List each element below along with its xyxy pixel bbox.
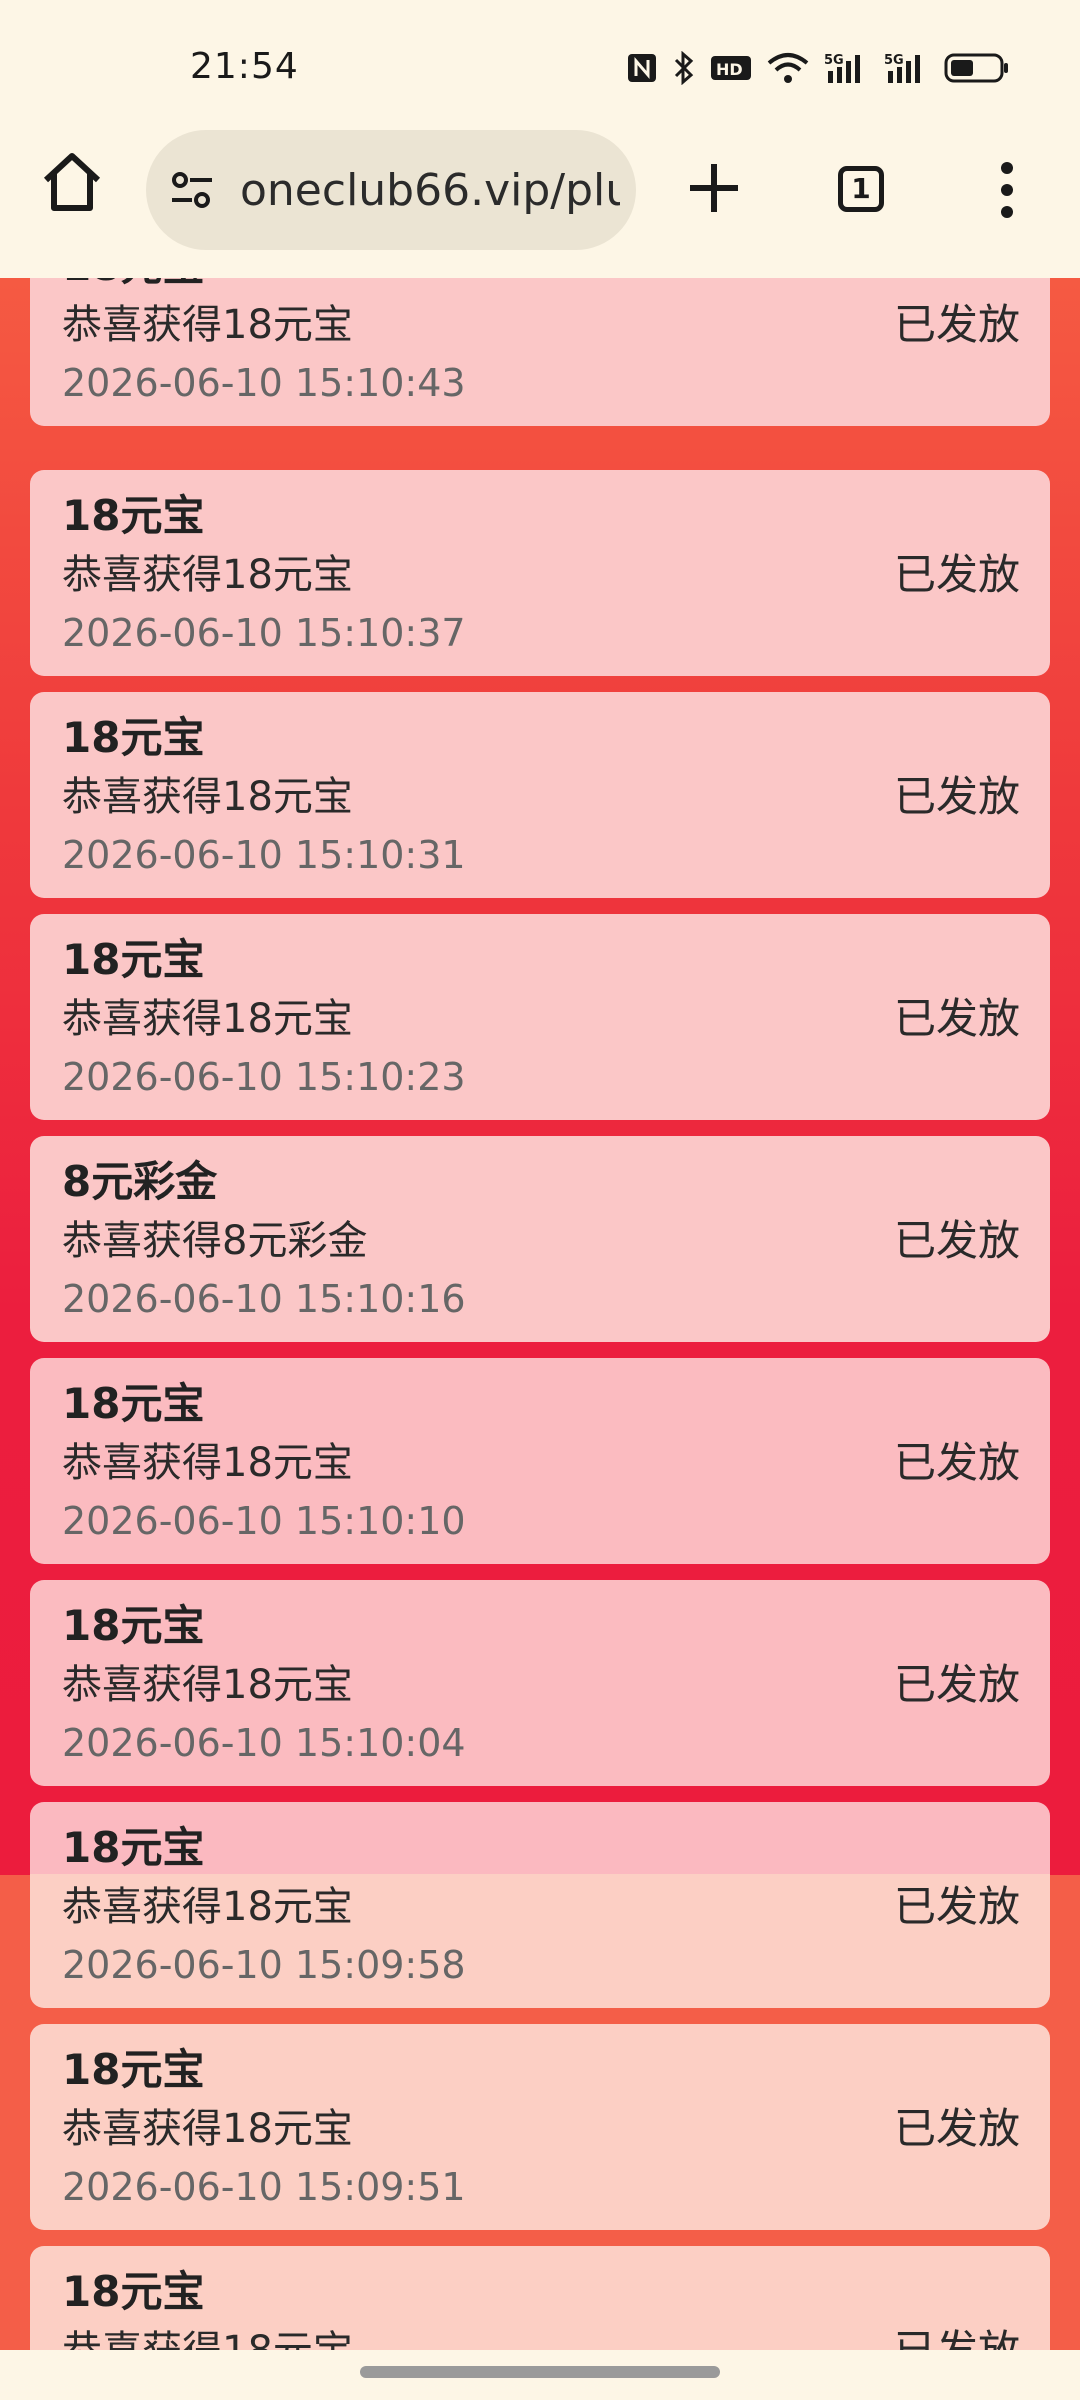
record-title: 8元彩金 <box>62 1157 218 1206</box>
record-title: 18元宝 <box>62 713 205 762</box>
record-title: 18元宝 <box>62 278 204 294</box>
record-time: 2026-06-10 15:10:31 <box>62 833 466 877</box>
record-status: 已发放 <box>893 2104 1020 2153</box>
battery-icon <box>944 53 1008 83</box>
record-desc: 恭喜获得18元宝 <box>62 1662 353 1708</box>
record-status: 已发放 <box>893 772 1020 821</box>
record-time: 2026-06-10 15:10:23 <box>62 1055 466 1099</box>
record-title: 18元宝 <box>62 2267 205 2316</box>
record-status: 已发放 <box>893 1438 1020 1487</box>
home-gesture-handle[interactable] <box>360 2366 720 2378</box>
signal-5g-icon: 5G <box>824 53 860 83</box>
record-status: 已发放 <box>893 550 1020 599</box>
plus-icon[interactable] <box>684 158 744 218</box>
status-time: 21:54 <box>190 46 299 87</box>
record-desc: 恭喜获得18元宝 <box>62 302 353 348</box>
record-desc: 恭喜获得18元宝 <box>62 552 353 598</box>
record-time: 2026-06-10 15:10:37 <box>62 611 466 655</box>
svg-text:HD: HD <box>716 60 743 79</box>
record-time: 2026-06-10 15:09:51 <box>62 2165 466 2209</box>
record-desc: 恭喜获得18元宝 <box>62 2324 353 2350</box>
status-icons: HD 5G 5G <box>626 48 1010 88</box>
status-bar: 21:54 HD 5G 5G <box>0 0 1080 140</box>
record-desc: 恭喜获得18元宝 <box>62 774 353 820</box>
record-title: 18元宝 <box>62 1601 205 1650</box>
record-desc: 恭喜获得18元宝 <box>62 996 353 1042</box>
record-card[interactable]: 18元宝 恭喜获得18元宝 2026-06-10 15:09:51 已发放 <box>30 2024 1050 2230</box>
record-title: 18元宝 <box>62 491 205 540</box>
record-status: 已发放 <box>893 994 1020 1043</box>
record-status: 已发放 <box>894 2324 1020 2350</box>
record-title: 18元宝 <box>62 935 205 984</box>
hd-icon: HD <box>711 56 751 80</box>
record-status: 已发放 <box>893 1216 1020 1265</box>
home-icon[interactable] <box>38 148 106 216</box>
url-text[interactable]: oneclub66.vip/plu <box>240 163 620 219</box>
record-time: 2026-06-10 15:10:16 <box>62 1277 466 1321</box>
record-time: 2026-06-10 15:10:43 <box>62 361 466 405</box>
record-card[interactable]: 18元宝 恭喜获得18元宝 2026-06-10 15:10:10 已发放 <box>30 1358 1050 1564</box>
record-time: 2026-06-10 15:10:04 <box>62 1721 466 1765</box>
record-desc: 恭喜获得18元宝 <box>62 1440 353 1486</box>
record-card[interactable]: 18元宝 恭喜获得18元宝 2026-06-10 15:09:58 已发放 <box>30 1802 1050 2008</box>
record-status: 已发放 <box>893 1660 1020 1709</box>
nfc-icon <box>628 54 656 82</box>
svg-text:5G: 5G <box>884 53 904 68</box>
record-card[interactable]: 18元宝 恭喜获得18元宝 2026-06-10 15:10:43 已发放 <box>30 278 1050 426</box>
records-list: 18元宝 恭喜获得18元宝 2026-06-10 15:10:43 已发放 18… <box>0 278 1080 2350</box>
url-bar[interactable]: oneclub66.vip/plu <box>146 130 636 250</box>
signal-5g-icon: 5G <box>884 53 920 83</box>
svg-text:5G: 5G <box>824 53 844 68</box>
record-card[interactable]: 18元宝 恭喜获得18元宝 2026-06-10 15:10:04 已发放 <box>30 1580 1050 1786</box>
record-desc: 恭喜获得8元彩金 <box>62 1218 368 1264</box>
record-card[interactable]: 18元宝 恭喜获得18元宝 2026-06-10 15:10:37 已发放 <box>30 470 1050 676</box>
record-card[interactable]: 18元宝 恭喜获得18元宝 已发放 <box>30 2246 1050 2350</box>
gesture-nav-bar <box>0 2350 1080 2400</box>
record-title: 18元宝 <box>62 1823 205 1872</box>
record-title: 18元宝 <box>62 1379 205 1428</box>
record-title: 18元宝 <box>62 2045 205 2094</box>
record-card[interactable]: 18元宝 恭喜获得18元宝 2026-06-10 15:10:23 已发放 <box>30 914 1050 1120</box>
record-desc: 恭喜获得18元宝 <box>62 1884 353 1930</box>
record-time: 2026-06-10 15:09:58 <box>62 1943 466 1987</box>
record-time: 2026-06-10 15:10:10 <box>62 1499 466 1543</box>
record-card[interactable]: 18元宝 恭喜获得18元宝 2026-06-10 15:10:31 已发放 <box>30 692 1050 898</box>
record-status: 已发放 <box>893 1882 1020 1931</box>
record-status: 已发放 <box>893 300 1020 349</box>
record-card[interactable]: 8元彩金 恭喜获得8元彩金 2026-06-10 15:10:16 已发放 <box>30 1136 1050 1342</box>
record-desc: 恭喜获得18元宝 <box>62 2106 353 2152</box>
wifi-icon <box>767 53 809 83</box>
tab-count-button[interactable]: 1 <box>838 166 884 212</box>
bluetooth-icon <box>674 51 694 85</box>
more-vert-icon[interactable] <box>992 160 1022 220</box>
tune-icon[interactable] <box>168 166 216 214</box>
